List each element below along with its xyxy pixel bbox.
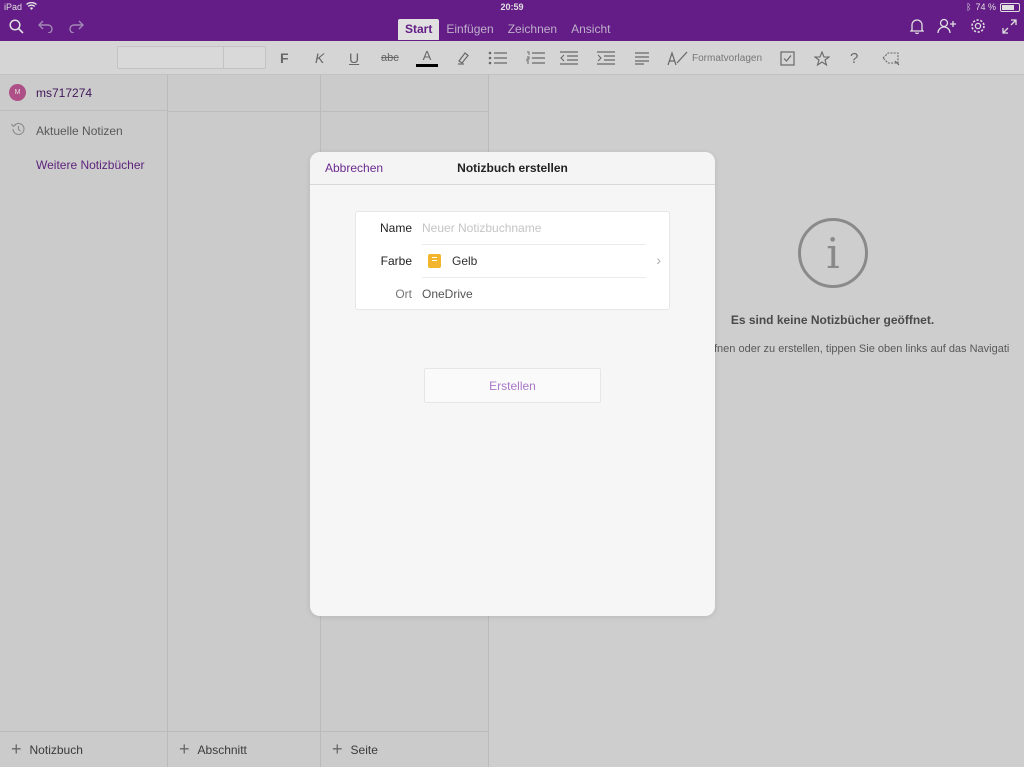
color-row[interactable]: Farbe Gelb ›	[356, 245, 671, 278]
create-notebook-dialog: Abbrechen Notizbuch erstellen Name Neuer…	[310, 152, 715, 616]
chevron-right-icon: ›	[656, 252, 661, 268]
location-row: Ort OneDrive	[356, 278, 671, 311]
location-label: Ort	[395, 287, 412, 301]
name-label: Name	[379, 221, 412, 235]
dialog-title: Notizbuch erstellen	[457, 161, 568, 175]
notebook-form: Name Neuer Notizbuchname Farbe Gelb › Or…	[355, 211, 670, 310]
color-label: Farbe	[380, 254, 412, 268]
name-row[interactable]: Name Neuer Notizbuchname	[356, 212, 671, 245]
color-value: Gelb	[452, 254, 478, 268]
name-input[interactable]: Neuer Notizbuchname	[422, 221, 541, 235]
notebook-color-icon	[428, 254, 441, 268]
create-button[interactable]: Erstellen	[424, 368, 601, 403]
dialog-header: Abbrechen Notizbuch erstellen	[310, 152, 715, 185]
location-value: OneDrive	[422, 287, 473, 301]
